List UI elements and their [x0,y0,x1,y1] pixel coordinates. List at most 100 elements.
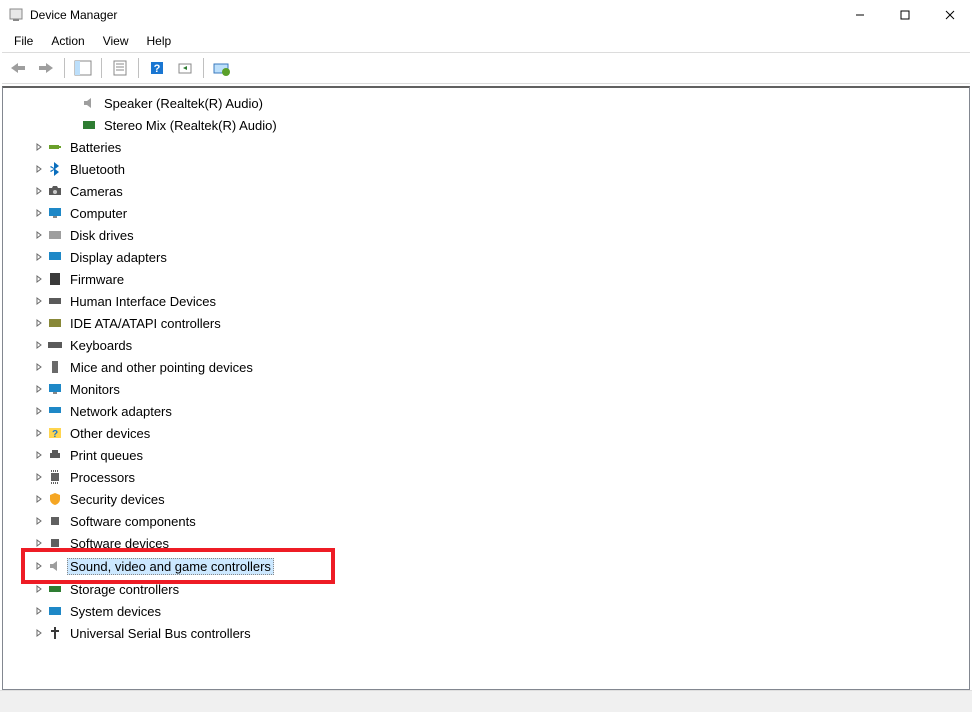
tree-item-human-interface-devices[interactable]: Human Interface Devices [5,290,967,312]
tree-item-label: Print queues [67,447,146,464]
expand-arrow-icon[interactable] [33,627,45,639]
tree-item-label: System devices [67,603,164,620]
expand-arrow-icon[interactable] [33,493,45,505]
menu-file[interactable]: File [6,32,41,50]
titlebar: Device Manager [0,0,972,30]
tree-item-label: Software components [67,513,199,530]
usb-icon [47,625,63,641]
tree-item-label: Other devices [67,425,153,442]
tree-item-label: Computer [67,205,130,222]
tree-item-label: Mice and other pointing devices [67,359,256,376]
expand-arrow-icon[interactable] [33,583,45,595]
minimize-button[interactable] [837,0,882,30]
expand-arrow-icon[interactable] [33,273,45,285]
ide-icon [47,315,63,331]
tree-item-mice-and-other-pointing-devices[interactable]: Mice and other pointing devices [5,356,967,378]
properties-button[interactable] [108,57,132,79]
expand-arrow-icon[interactable] [33,141,45,153]
toolbar: ? [0,53,972,83]
stereomix-icon [81,117,97,133]
tree-item-ide-ata-atapi-controllers[interactable]: IDE ATA/ATAPI controllers [5,312,967,334]
cameras-icon [47,183,63,199]
swcomp-icon [47,513,63,529]
tree-item-label: Cameras [67,183,126,200]
tree-item-batteries[interactable]: Batteries [5,136,967,158]
tree-item-software-components[interactable]: Software components [5,510,967,532]
tree-item-monitors[interactable]: Monitors [5,378,967,400]
tree-item-label: Keyboards [67,337,135,354]
showhide-tree-button[interactable] [71,57,95,79]
expand-arrow-icon[interactable] [33,471,45,483]
tree-item-system-devices[interactable]: System devices [5,600,967,622]
tree-item-label: Bluetooth [67,161,128,178]
expand-arrow-icon[interactable] [33,560,45,572]
svg-text:?: ? [154,63,161,75]
expand-arrow-icon[interactable] [33,185,45,197]
tree-item-label: Firmware [67,271,127,288]
close-button[interactable] [927,0,972,30]
expand-arrow-icon[interactable] [33,251,45,263]
processors-icon [47,469,63,485]
tree-item-label: Network adapters [67,403,175,420]
expand-arrow-icon[interactable] [33,317,45,329]
help-button[interactable]: ? [145,57,169,79]
tree-item-bluetooth[interactable]: Bluetooth [5,158,967,180]
batteries-icon [47,139,63,155]
expand-arrow-icon[interactable] [33,449,45,461]
tree-item-print-queues[interactable]: Print queues [5,444,967,466]
expand-arrow-icon[interactable] [33,427,45,439]
expand-arrow-icon [67,97,79,109]
tree-item-label: Stereo Mix (Realtek(R) Audio) [101,117,280,134]
maximize-button[interactable] [882,0,927,30]
window-title: Device Manager [30,8,837,22]
tree-item-label: Display adapters [67,249,170,266]
tree-item-security-devices[interactable]: Security devices [5,488,967,510]
tree-item-universal-serial-bus-controllers[interactable]: Universal Serial Bus controllers [5,622,967,644]
expand-arrow-icon[interactable] [33,229,45,241]
tree-item-firmware[interactable]: Firmware [5,268,967,290]
expand-arrow-icon[interactable] [33,295,45,307]
tree-item-stereomix[interactable]: Stereo Mix (Realtek(R) Audio) [5,114,967,136]
expand-arrow-icon[interactable] [33,383,45,395]
expand-arrow-icon[interactable] [33,405,45,417]
tree-item-label: Universal Serial Bus controllers [67,625,254,642]
menu-view[interactable]: View [95,32,137,50]
security-icon [47,491,63,507]
tree-item-speaker[interactable]: Speaker (Realtek(R) Audio) [5,92,967,114]
menubar: File Action View Help [0,30,972,52]
expand-arrow-icon [67,119,79,131]
expand-arrow-icon[interactable] [33,361,45,373]
bluetooth-icon [47,161,63,177]
speaker-icon [81,95,97,111]
expand-arrow-icon[interactable] [33,163,45,175]
tree-item-keyboards[interactable]: Keyboards [5,334,967,356]
tree-item-other-devices[interactable]: ?Other devices [5,422,967,444]
tree-item-processors[interactable]: Processors [5,466,967,488]
menu-action[interactable]: Action [43,32,92,50]
back-button[interactable] [6,57,30,79]
menu-help[interactable]: Help [139,32,180,50]
tree-item-network-adapters[interactable]: Network adapters [5,400,967,422]
tree-item-cameras[interactable]: Cameras [5,180,967,202]
content-frame: Speaker (Realtek(R) Audio) Stereo Mix (Re… [2,86,970,690]
app-icon [8,7,24,23]
tree-item-computer[interactable]: Computer [5,202,967,224]
expand-arrow-icon[interactable] [33,605,45,617]
printers-icon [47,447,63,463]
mice-icon [47,359,63,375]
scan-button[interactable] [173,57,197,79]
tree-item-display-adapters[interactable]: Display adapters [5,246,967,268]
forward-button[interactable] [34,57,58,79]
tree-item-label: IDE ATA/ATAPI controllers [67,315,224,332]
tree-item-sound--video-and-game-controllers[interactable]: Sound, video and game controllers [25,555,274,577]
statusbar [0,690,972,712]
add-legacy-button[interactable] [210,57,234,79]
tree-item-disk-drives[interactable]: Disk drives [5,224,967,246]
tree-item-label: Security devices [67,491,168,508]
tree-item-label: Disk drives [67,227,137,244]
tree-item-label: Sound, video and game controllers [67,558,274,575]
expand-arrow-icon[interactable] [33,207,45,219]
device-tree[interactable]: Speaker (Realtek(R) Audio) Stereo Mix (Re… [3,88,969,689]
expand-arrow-icon[interactable] [33,339,45,351]
expand-arrow-icon[interactable] [33,515,45,527]
